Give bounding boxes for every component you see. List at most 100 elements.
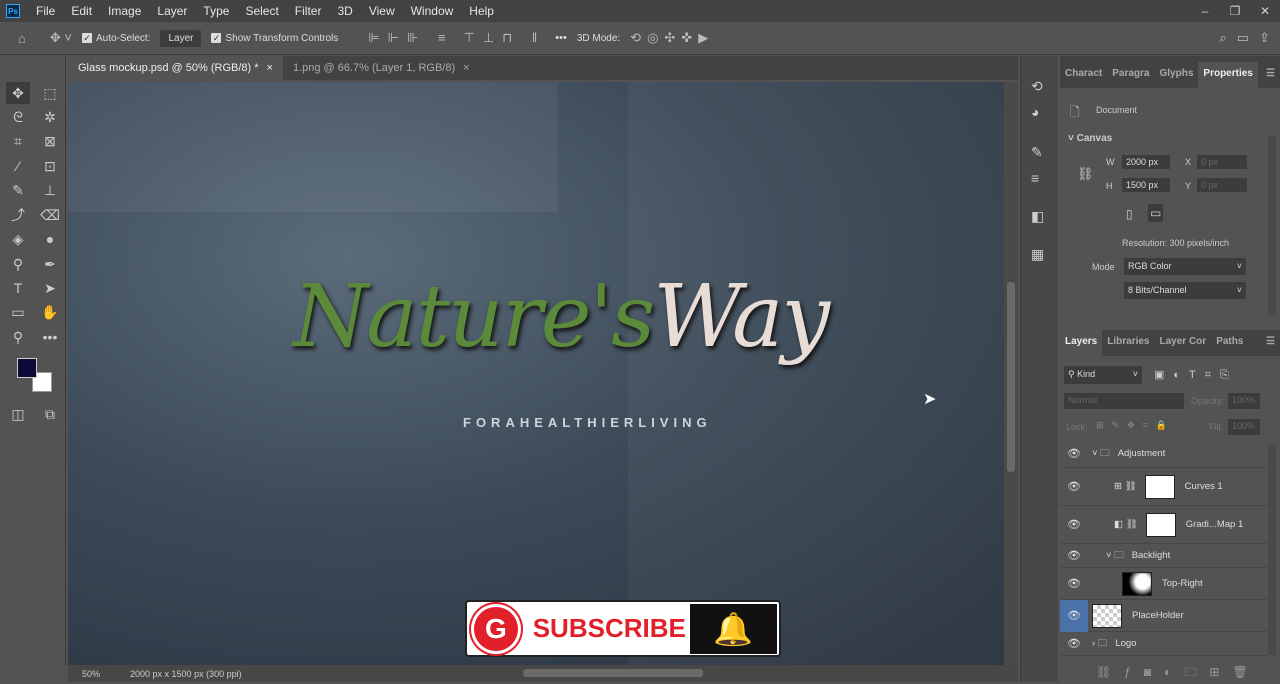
filter-kind-dropdown[interactable]: ⚲ Kind ˅ bbox=[1064, 366, 1142, 384]
tab-glass-mockup[interactable]: Glass mockup.psd @ 50% (RGB/8) * × bbox=[68, 56, 283, 80]
properties-scrollbar[interactable] bbox=[1268, 136, 1276, 316]
grid-icon[interactable]: ▦ bbox=[1031, 246, 1044, 263]
menu-file[interactable]: File bbox=[28, 4, 63, 18]
lock-icons[interactable]: ⊞✎✥⌗🔒 bbox=[1096, 420, 1175, 431]
align-icons[interactable]: ⊫⊩⊪ ≡ bbox=[368, 30, 453, 46]
move-tool-preset-icon[interactable]: ✥ ˅ bbox=[50, 30, 72, 46]
frame-tool-icon[interactable]: ⊠ bbox=[38, 130, 62, 152]
menu-view[interactable]: View bbox=[361, 4, 403, 18]
menu-select[interactable]: Select bbox=[237, 4, 286, 18]
paint-bucket-icon[interactable]: ◈ bbox=[6, 228, 30, 250]
show-transform-checkbox[interactable]: ✓ Show Transform Controls bbox=[211, 33, 338, 44]
tab-layer-comps[interactable]: Layer Cor bbox=[1155, 330, 1212, 356]
width-field[interactable]: 2000 px bbox=[1122, 155, 1170, 169]
tab-character[interactable]: Charact bbox=[1060, 62, 1107, 88]
gradient-icon[interactable]: ◧ bbox=[1031, 208, 1044, 225]
zoom-level[interactable]: 50% bbox=[82, 669, 100, 679]
3d-mode-icons[interactable]: ⟲◎✣✜▶ bbox=[630, 30, 714, 46]
path-selection-icon[interactable]: ➤ bbox=[38, 277, 62, 299]
layer-row-curves[interactable]: 👁 ⊞ ⛓ Curves 1 bbox=[1060, 468, 1268, 506]
distribute-icons[interactable]: ⊤⊥⊓ ‖ bbox=[463, 30, 545, 46]
lasso-tool-icon[interactable]: ᘓ bbox=[6, 106, 30, 128]
type-tool-icon[interactable]: T bbox=[6, 277, 30, 299]
more-tools-icon[interactable]: ••• bbox=[38, 326, 62, 348]
share-icon[interactable]: ⇪ bbox=[1259, 30, 1270, 46]
marquee-tool-icon[interactable]: ⬚ bbox=[38, 82, 62, 104]
close-tab-icon[interactable]: × bbox=[267, 62, 273, 74]
fill-field[interactable]: 100% bbox=[1228, 419, 1260, 435]
visibility-eye-icon[interactable]: 👁 bbox=[1060, 637, 1088, 650]
layer-row-backlight[interactable]: 👁 ˅ 🗀 Backlight bbox=[1060, 544, 1268, 568]
eyedropper-icon[interactable]: ⁄ bbox=[6, 155, 30, 177]
color-icon[interactable]: ◕ bbox=[1031, 104, 1039, 120]
x-field[interactable]: 0 px bbox=[1197, 155, 1247, 169]
eraser-tool-icon[interactable]: ⌫ bbox=[38, 204, 62, 226]
close-button[interactable]: ✕ bbox=[1250, 4, 1280, 18]
home-icon[interactable]: ⌂ bbox=[18, 31, 26, 46]
opacity-field[interactable]: 100% bbox=[1228, 393, 1260, 409]
visibility-eye-icon[interactable]: 👁 bbox=[1060, 480, 1088, 493]
auto-select-target-dropdown[interactable]: Layer bbox=[160, 29, 202, 47]
adjustments-icon[interactable]: ≡ bbox=[1031, 170, 1039, 186]
layer-row-adjustment[interactable]: 👁 ˅ 🗀 Adjustment bbox=[1060, 440, 1268, 468]
layer-row-gradient-map[interactable]: 👁 ◧ ⛓ Gradi...Map 1 bbox=[1060, 506, 1268, 544]
screen-mode-icon[interactable]: ⧉ bbox=[38, 403, 62, 425]
bit-depth-dropdown[interactable]: 8 Bits/Channel ˅ bbox=[1124, 282, 1246, 299]
layer-row-logo[interactable]: 👁 › 🗀 Logo bbox=[1060, 632, 1268, 656]
magic-wand-icon[interactable]: ✲ bbox=[38, 106, 62, 128]
foreground-color-swatch[interactable] bbox=[17, 358, 37, 378]
quick-mask-icon[interactable]: ◫ bbox=[6, 403, 30, 425]
menu-help[interactable]: Help bbox=[461, 4, 502, 18]
scroll-thumb[interactable] bbox=[1007, 282, 1015, 472]
tab-paths[interactable]: Paths bbox=[1211, 330, 1248, 356]
zoom-tool-icon[interactable]: ⚲ bbox=[6, 326, 30, 348]
visibility-eye-icon[interactable]: 👁 bbox=[1060, 549, 1088, 562]
menu-layer[interactable]: Layer bbox=[149, 4, 195, 18]
tab-glyphs[interactable]: Glyphs bbox=[1155, 62, 1199, 88]
visibility-eye-icon[interactable]: 👁 bbox=[1060, 518, 1088, 531]
canvas-header[interactable]: ˅ Canvas bbox=[1068, 133, 1112, 144]
landscape-icon[interactable]: ▭ bbox=[1148, 204, 1164, 222]
document-canvas[interactable]: Nature'sWay FORAHEALTHIERLIVING ➤ bbox=[68, 82, 1004, 665]
layer-row-top-right[interactable]: 👁 Top-Right bbox=[1060, 568, 1268, 600]
pen-tool-icon[interactable]: ✒ bbox=[38, 253, 62, 275]
menu-image[interactable]: Image bbox=[100, 4, 149, 18]
tab-1-png[interactable]: 1.png @ 66.7% (Layer 1, RGB/8) × bbox=[283, 56, 480, 80]
search-icon[interactable]: ⌕ bbox=[1220, 30, 1227, 46]
tab-libraries[interactable]: Libraries bbox=[1102, 330, 1154, 356]
restore-button[interactable]: ❐ bbox=[1220, 4, 1250, 18]
tab-layers[interactable]: Layers bbox=[1060, 330, 1103, 356]
portrait-icon[interactable]: ▯ bbox=[1126, 207, 1133, 221]
y-field[interactable]: 0 px bbox=[1197, 178, 1247, 192]
vertical-scrollbar[interactable] bbox=[1004, 82, 1018, 665]
rectangle-tool-icon[interactable]: ▭ bbox=[6, 301, 30, 323]
link-icon[interactable]: ⛓ bbox=[1077, 166, 1094, 182]
visibility-eye-icon[interactable]: 👁 bbox=[1060, 447, 1088, 460]
layer-row-placeholder[interactable]: 👁 PlaceHolder bbox=[1060, 599, 1268, 632]
menu-window[interactable]: Window bbox=[403, 4, 462, 18]
close-tab-icon[interactable]: × bbox=[463, 62, 469, 74]
layer-actions-icons[interactable]: ⛓ƒ◙◐🗀⊞🗑 bbox=[1096, 663, 1261, 684]
healing-brush-icon[interactable]: ⊡ bbox=[38, 155, 62, 177]
menu-3d[interactable]: 3D bbox=[329, 4, 360, 18]
tab-properties[interactable]: Properties bbox=[1198, 62, 1258, 88]
layers-scrollbar[interactable] bbox=[1268, 445, 1276, 655]
menu-edit[interactable]: Edit bbox=[63, 4, 100, 18]
history-icon[interactable]: ⟲ bbox=[1031, 78, 1043, 95]
crop-tool-icon[interactable]: ⌗ bbox=[6, 130, 30, 152]
auto-select-checkbox[interactable]: ✓ Auto-Select: bbox=[81, 33, 150, 44]
minimize-button[interactable]: – bbox=[1190, 4, 1220, 18]
hand-tool-icon[interactable]: ✋ bbox=[38, 301, 62, 323]
more-options-button[interactable]: ••• bbox=[555, 32, 567, 44]
height-field[interactable]: 1500 px bbox=[1122, 178, 1170, 192]
brush-settings-icon[interactable]: ✎ bbox=[1031, 144, 1043, 161]
history-brush-icon[interactable]: ⤴ bbox=[6, 204, 30, 226]
move-tool-icon[interactable]: ✥ bbox=[6, 82, 30, 104]
stamp-tool-icon[interactable]: ⊥ bbox=[38, 179, 62, 201]
panel-menu-icon[interactable]: ☰ bbox=[1261, 330, 1280, 356]
tab-paragraph[interactable]: Paragra bbox=[1107, 62, 1154, 88]
mode-dropdown[interactable]: RGB Color ˅ bbox=[1124, 258, 1246, 275]
blend-mode-dropdown[interactable]: Normal bbox=[1064, 393, 1184, 409]
menu-filter[interactable]: Filter bbox=[287, 4, 330, 18]
brush-tool-icon[interactable]: ✎ bbox=[6, 179, 30, 201]
